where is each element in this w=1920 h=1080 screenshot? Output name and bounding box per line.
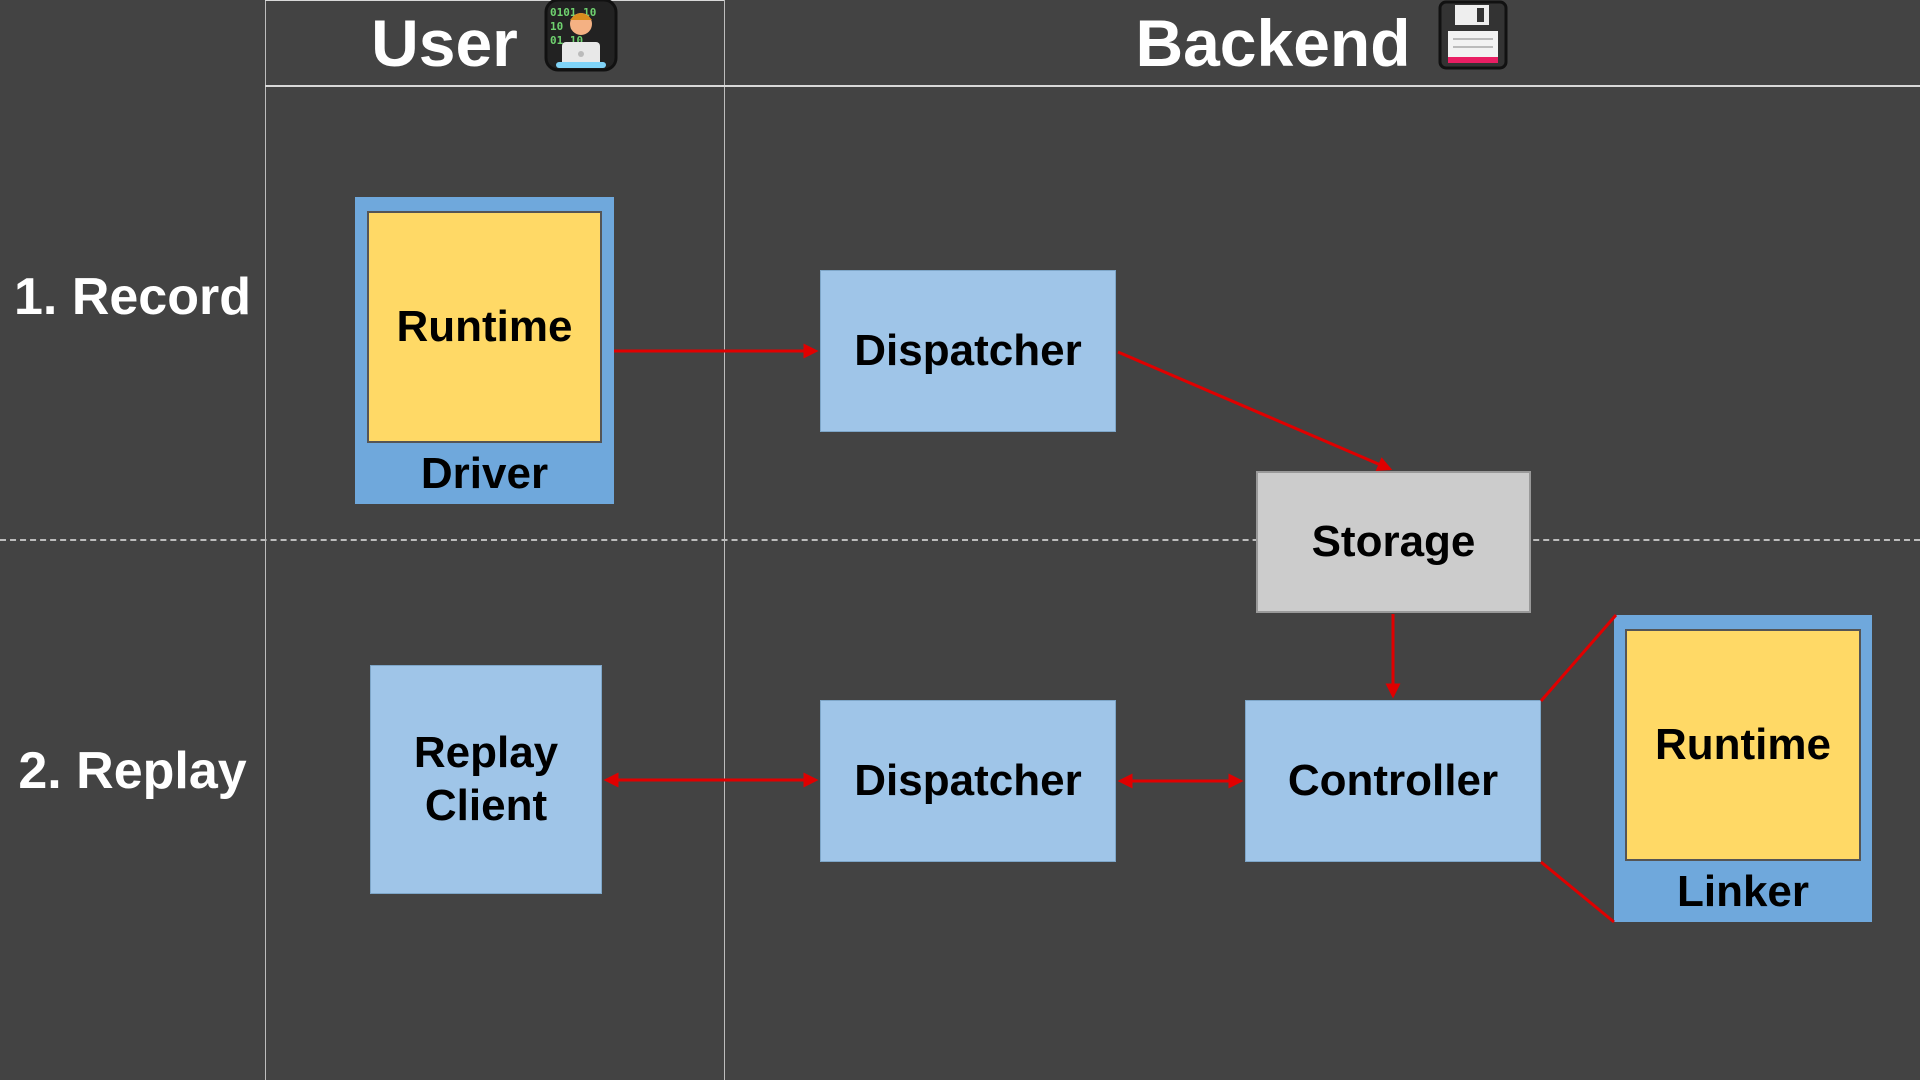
linker-zoom-line-bottom	[1540, 860, 1615, 924]
arrow-dispatcher-to-storage	[1117, 350, 1393, 471]
connector-layer	[603, 343, 1618, 924]
linker-zoom-line-top	[1539, 614, 1618, 702]
